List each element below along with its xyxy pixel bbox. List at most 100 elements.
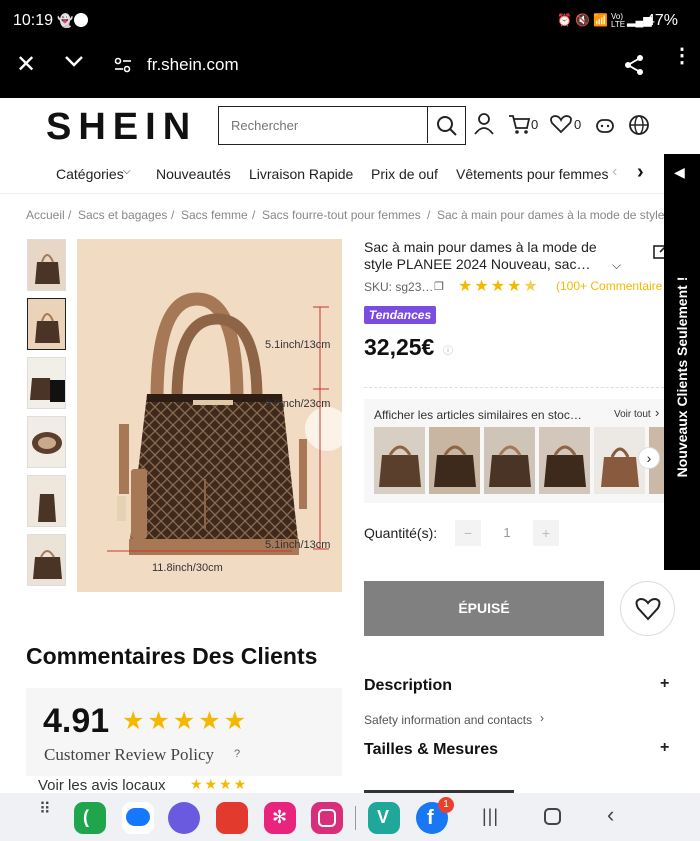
divider: [364, 387, 664, 388]
chevron-down-icon[interactable]: [64, 54, 84, 68]
account-icon[interactable]: [473, 112, 495, 136]
breadcrumb-item[interactable]: Sacs femme: [181, 208, 248, 222]
help-icon[interactable]: ?: [234, 748, 240, 760]
close-icon[interactable]: ✕: [16, 50, 36, 79]
sizes-expand-icon[interactable]: +: [660, 739, 669, 757]
trending-badge: Tendances: [364, 306, 436, 324]
browser-toolbar: ✕ fr.shein.com ⋮: [0, 42, 700, 98]
product-thumbnail[interactable]: [27, 475, 66, 527]
dimension-label: 5.1inch/13cm: [265, 539, 331, 551]
similar-item[interactable]: [484, 427, 535, 494]
chevron-right-icon: ›: [540, 711, 544, 725]
new-customers-banner[interactable]: ◀ Nouveaux Clients Seulement !: [664, 154, 700, 570]
product-main-image[interactable]: 5.1inch/13cm 9.0inch/23cm 5.1inch/13cm 1…: [77, 239, 342, 592]
nav-women-clothing[interactable]: Vêtements pour femmes: [456, 166, 609, 182]
see-all-link[interactable]: Voir tout: [614, 409, 651, 420]
search-icon[interactable]: [436, 115, 458, 137]
nav-new-arrivals[interactable]: Nouveautés: [156, 166, 231, 182]
quantity-increase-button[interactable]: +: [533, 520, 559, 546]
wifi-icon: 📶: [593, 13, 608, 27]
add-to-wishlist-button[interactable]: [620, 581, 675, 636]
bixby-app-icon[interactable]: ✻: [264, 802, 296, 834]
safety-info-link[interactable]: Safety information and contacts: [364, 713, 532, 727]
heart-icon: [635, 597, 661, 621]
nav-next-icon[interactable]: ›: [637, 161, 644, 184]
breadcrumb-item[interactable]: Sac à main pour dames à la mode de style: [437, 208, 664, 222]
nav-deals[interactable]: Prix de ouf: [371, 166, 438, 182]
nav-fast-delivery[interactable]: Livraison Rapide: [249, 166, 353, 182]
similar-item[interactable]: [429, 427, 480, 494]
notification-badge: 1: [438, 797, 454, 813]
local-reviews-label: Voir les avis locaux: [38, 777, 166, 794]
review-policy-link[interactable]: Customer Review Policy: [44, 745, 214, 765]
breadcrumb-item[interactable]: Sacs et bagages: [78, 208, 167, 222]
mute-icon: 🔇: [575, 13, 590, 27]
review-count-link[interactable]: (100+ Commentaire: [556, 279, 662, 293]
instagram-app-icon[interactable]: [311, 802, 343, 834]
wishlist-count: 0: [574, 117, 582, 132]
messages-app-icon[interactable]: [122, 802, 154, 834]
support-icon[interactable]: [594, 114, 616, 136]
description-expand-icon[interactable]: +: [660, 675, 669, 693]
product-thumbnail[interactable]: [27, 357, 66, 409]
back-icon[interactable]: ‹: [607, 802, 614, 828]
home-icon[interactable]: [544, 808, 561, 825]
cut-off-heading: [364, 785, 514, 793]
reviews-heading: Commentaires Des Clients: [26, 643, 318, 669]
local-reviews-stars: ★★★★: [190, 776, 249, 792]
notes-app-icon[interactable]: [216, 802, 248, 834]
search-box[interactable]: [218, 106, 466, 145]
similar-item[interactable]: [539, 427, 590, 494]
copy-icon[interactable]: ❐: [434, 280, 444, 293]
review-stars: ★★★★★: [122, 707, 250, 735]
quantity-input[interactable]: 1: [481, 520, 533, 546]
share-icon[interactable]: [624, 54, 644, 76]
sold-out-button[interactable]: ÉPUISÉ: [364, 581, 604, 636]
battery-level: 47%: [646, 12, 679, 29]
product-title: Sac à main pour dames à la mode de style…: [364, 239, 597, 272]
sku-label: SKU: sg23…: [364, 280, 434, 294]
phone-app-icon[interactable]: (: [74, 802, 106, 834]
dock-divider: [355, 806, 356, 830]
banner-collapse-icon[interactable]: ◀: [674, 164, 685, 181]
wishlist-icon[interactable]: [550, 114, 572, 134]
snapchat-icon: 👻: [57, 13, 74, 28]
nav-prev-icon[interactable]: ‹: [612, 163, 617, 181]
app-drawer-icon[interactable]: ⠿: [39, 802, 57, 818]
search-input[interactable]: [219, 107, 427, 143]
cart-count: 0: [531, 117, 539, 132]
recent-apps-icon[interactable]: |||: [482, 806, 499, 827]
info-icon[interactable]: ⓘ: [443, 342, 453, 357]
chevron-down-icon: ⌵: [123, 166, 131, 177]
similar-item[interactable]: [374, 427, 425, 494]
rating-stars: ★★★★★: [458, 278, 540, 295]
quantity-decrease-button[interactable]: −: [455, 520, 481, 546]
more-menu-icon[interactable]: ⋮: [672, 46, 692, 66]
sizes-heading[interactable]: Tailles & Mesures: [364, 741, 498, 759]
volte-label: Vo) LTE: [611, 12, 626, 29]
globe-icon[interactable]: [628, 114, 650, 136]
reviews-summary-card: 4.91 ★★★★★ Customer Review Policy ? Voir…: [26, 688, 342, 796]
dimension-label: 11.8inch/30cm: [152, 562, 223, 574]
expand-title-icon[interactable]: ⌵: [612, 258, 621, 273]
breadcrumb-item[interactable]: Accueil: [26, 208, 65, 222]
breadcrumb-item[interactable]: Sacs fourre-tout pour femmes: [262, 208, 421, 222]
cart-icon[interactable]: [508, 112, 530, 136]
nav-categories[interactable]: Catégories: [56, 166, 124, 182]
description-heading[interactable]: Description: [364, 677, 452, 695]
clock: 10:19: [13, 12, 54, 29]
banner-text: Nouveaux Clients Seulement !: [674, 276, 690, 478]
url-field[interactable]: fr.shein.com: [147, 55, 239, 75]
quantity-stepper: − 1 +: [455, 520, 559, 546]
product-thumbnail-active[interactable]: [27, 298, 66, 350]
product-thumbnail[interactable]: [27, 239, 66, 291]
carousel-next-button[interactable]: ›: [638, 447, 660, 469]
product-thumbnail[interactable]: [27, 534, 66, 586]
shein-logo[interactable]: SHEIN: [46, 106, 197, 149]
internet-app-icon[interactable]: [168, 802, 200, 834]
site-settings-icon[interactable]: [114, 57, 132, 73]
product-thumbnail[interactable]: [27, 416, 66, 468]
vinted-app-icon[interactable]: V: [368, 802, 400, 834]
chevron-right-icon[interactable]: ›: [655, 405, 659, 420]
quantity-label: Quantité(s):: [364, 525, 438, 541]
